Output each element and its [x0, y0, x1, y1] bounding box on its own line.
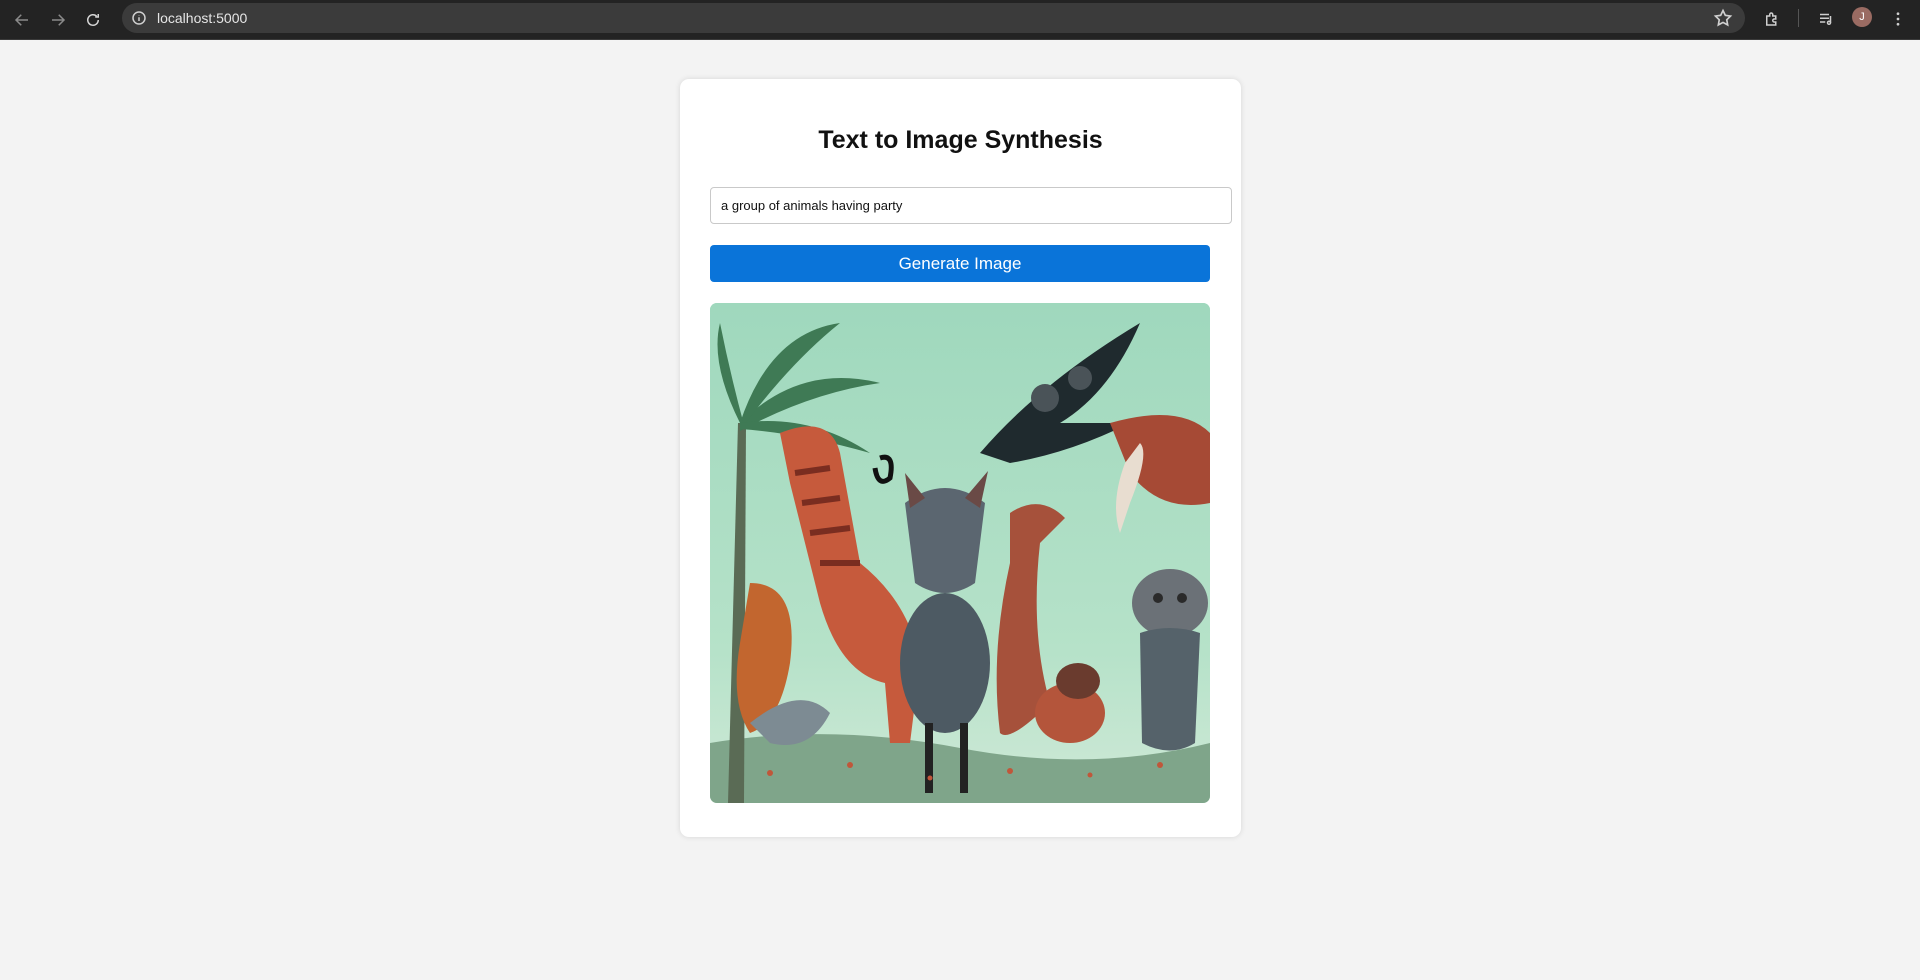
media-controls-icon[interactable]: [1812, 5, 1840, 33]
site-info-icon[interactable]: [130, 9, 148, 27]
url-text[interactable]: localhost:5000: [157, 10, 247, 26]
menu-kebab-icon[interactable]: [1884, 5, 1912, 33]
back-icon[interactable]: [8, 6, 36, 34]
profile-avatar[interactable]: J: [1852, 7, 1872, 27]
prompt-input[interactable]: [710, 187, 1232, 224]
forward-icon[interactable]: [44, 6, 72, 34]
generated-image-illustration: [710, 303, 1210, 803]
generate-image-button[interactable]: Generate Image: [710, 245, 1210, 282]
address-bar[interactable]: localhost:5000: [122, 3, 1745, 33]
bookmark-star-icon[interactable]: [1713, 8, 1733, 28]
browser-toolbar: localhost:5000 J: [0, 0, 1920, 40]
extensions-icon[interactable]: [1758, 5, 1786, 33]
generated-image: [710, 303, 1210, 803]
reload-icon[interactable]: [79, 6, 107, 34]
generator-card: Text to Image Synthesis Generate Image: [680, 79, 1241, 837]
toolbar-divider: [1798, 9, 1799, 27]
page-title: Text to Image Synthesis: [818, 126, 1103, 154]
